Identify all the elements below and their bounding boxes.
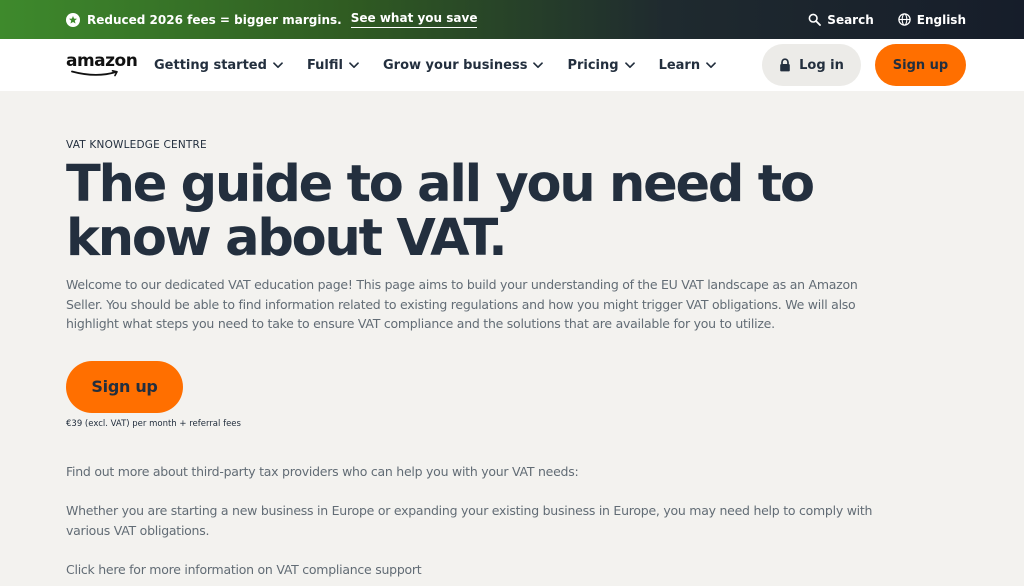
logo-wordmark: amazon <box>66 51 138 71</box>
chevron-down-icon <box>533 61 544 68</box>
vat-obligations-paragraph: Whether you are starting a new business … <box>66 503 873 538</box>
nav-item-pricing[interactable]: Pricing <box>567 57 635 73</box>
chevron-down-icon <box>273 61 283 68</box>
intro-paragraph: Welcome to our dedicated VAT education p… <box>66 277 858 331</box>
price-note: €39 (excl. VAT) per month + referral fee… <box>66 418 241 429</box>
nav-item-label: Learn <box>658 57 701 73</box>
promo-banner: Reduced 2026 fees = bigger margins. See … <box>0 0 1024 39</box>
search-label: Search <box>827 12 874 27</box>
search-button[interactable]: Search <box>808 12 874 27</box>
chevron-down-icon <box>624 61 635 68</box>
vat-compliance-link[interactable]: Click here for more information on VAT c… <box>66 560 886 580</box>
hero-section: VAT KNOWLEDGE CENTRE The guide to all yo… <box>0 91 1024 580</box>
nav-item-label: Getting started <box>154 57 267 73</box>
main-navigation: amazon Getting started Fulfil Grow your … <box>0 39 1024 91</box>
language-label: English <box>916 12 966 27</box>
eyebrow-label: VAT KNOWLEDGE CENTRE <box>66 139 207 151</box>
chevron-down-icon <box>706 61 716 68</box>
promo-link[interactable]: See what you save <box>350 11 478 28</box>
nav-item-label: Grow your business <box>382 57 528 73</box>
nav-item-grow-your-business[interactable]: Grow your business <box>382 57 544 73</box>
star-badge-icon <box>66 12 80 27</box>
signup-button-main[interactable]: Sign up <box>66 360 183 413</box>
nav-item-label: Pricing <box>567 57 619 73</box>
language-selector[interactable]: English <box>898 13 966 27</box>
nav-menu: Getting started Fulfil Grow your busines… <box>154 58 716 73</box>
page-title: The guide to all you need to know about … <box>66 155 815 268</box>
login-button[interactable]: Log in <box>762 44 861 86</box>
login-label: Log in <box>799 57 844 73</box>
globe-icon <box>898 13 911 26</box>
nav-item-getting-started[interactable]: Getting started <box>154 58 283 73</box>
nav-item-learn[interactable]: Learn <box>659 58 717 73</box>
signup-button-nav[interactable]: Sign up <box>875 44 966 86</box>
nav-item-fulfil[interactable]: Fulfil <box>307 58 359 73</box>
nav-item-label: Fulfil <box>306 57 343 73</box>
promo-message: Reduced 2026 fees = bigger margins. See … <box>66 11 478 28</box>
chevron-down-icon <box>349 61 359 68</box>
smile-arrow-icon <box>71 70 118 77</box>
tax-providers-paragraph: Find out more about third-party tax prov… <box>66 463 579 479</box>
search-icon <box>808 13 822 26</box>
lock-icon <box>780 58 790 72</box>
amazon-logo[interactable]: amazon <box>66 51 138 78</box>
promo-text: Reduced 2026 fees = bigger margins. <box>87 12 342 27</box>
